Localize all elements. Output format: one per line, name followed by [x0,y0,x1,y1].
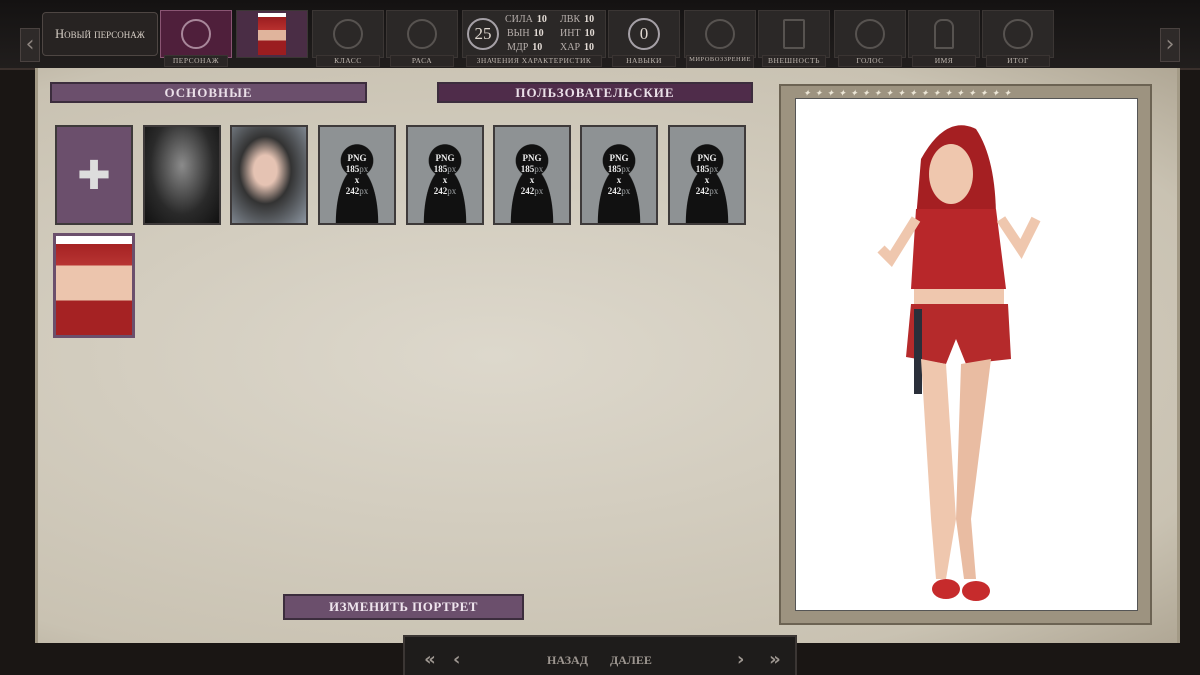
stat: ВЫН 10 [507,28,544,39]
times-label: x [529,175,535,185]
height-label: 242px [695,186,719,196]
times-label: x [442,175,448,185]
bottom-nav: « ‹ НАЗАД ДАЛЕЕ › » [403,635,797,675]
height-label: 242px [433,186,457,196]
width-label: 185px [433,164,457,174]
first-step-icon[interactable]: « [415,645,445,675]
tab-label: КЛАСС [316,55,380,67]
gender-icon [407,19,437,49]
prev-arrow-button[interactable]: ‹ [20,28,40,62]
mirror-icon [783,19,805,49]
tab-label: ЗНАЧЕНИЯ ХАРАКТЕРИСТИК [466,55,602,67]
next-arrow-button[interactable]: › [1160,28,1180,62]
change-portrait-button[interactable]: ИЗМЕНИТЬ ПОРТРЕТ [283,594,524,620]
stat: ЛВК 10 [560,14,595,25]
times-label: x [354,175,360,185]
format-label: PNG [435,153,455,163]
stat: ИНТ 10 [560,28,595,39]
tab-basic-portraits[interactable]: ОСНОВНЫЕ [50,82,367,103]
empty-portrait-slot[interactable]: PNG 185px x 242px [493,125,571,225]
height-label: 242px [345,186,369,196]
last-step-icon[interactable]: » [760,645,790,675]
tab-voice[interactable] [834,10,906,58]
person-icon [934,19,954,49]
tab-label: ИМЯ [912,55,976,67]
format-label: PNG [609,153,629,163]
tab-name[interactable] [908,10,980,58]
times-label: x [704,175,710,185]
width-label: 185px [520,164,544,174]
tab-race[interactable] [386,10,458,58]
tab-alignment[interactable] [684,10,756,58]
empty-portrait-slot[interactable]: PNG 185px x 242px [580,125,658,225]
add-portrait-button[interactable]: ✚ [55,125,133,225]
top-bar: ‹ Новый персонаж ПЕРСОНАЖ КЛАСС РАСА 25 … [0,0,1200,73]
tab-label: НАВЫКИ [612,55,676,67]
portrait-selected-custom[interactable] [53,233,135,338]
full-portrait [795,98,1138,611]
portrait-female[interactable] [230,125,308,225]
next-button[interactable]: ДАЛЕЕ [610,645,652,675]
portrait-thumb [258,13,286,55]
tab-character[interactable] [160,10,232,58]
tab-class[interactable] [312,10,384,58]
class-icon [333,19,363,49]
portrait-frame: ✦ ✦ ✦ ✦ ✦ ✦ ✦ ✦ ✦ ✦ ✦ ✦ ✦ ✦ ✦ ✦ ✦ ✦ [779,84,1152,625]
format-label: PNG [522,153,542,163]
portrait-male-dark[interactable] [143,125,221,225]
plus-icon: ✚ [77,152,111,198]
times-label: x [616,175,622,185]
tab-label: ВНЕШНОСТЬ [762,55,826,67]
next-arrow-icon[interactable]: › [737,645,757,675]
width-label: 185px [607,164,631,174]
back-arrow-icon[interactable]: ‹ [453,645,473,675]
empty-portrait-slot[interactable]: PNG 185px x 242px [668,125,746,225]
character-full-body-image [877,125,1041,601]
tab-label: ИТОГ [986,55,1050,67]
new-character-label: Новый персонаж [42,12,158,56]
tab-portrait[interactable] [236,10,308,58]
height-label: 242px [607,186,631,196]
format-label: PNG [697,153,717,163]
stat: ХАР 10 [560,42,595,53]
voice-icon [855,19,885,49]
tab-label: РАСА [390,55,454,67]
back-button[interactable]: НАЗАД [547,645,588,675]
tab-custom-portraits[interactable]: ПОЛЬЗОВАТЕЛЬСКИЕ [437,82,753,103]
character-icon [181,19,211,49]
empty-portrait-slot[interactable]: PNG 185px x 242px [318,125,396,225]
width-label: 185px [695,164,719,174]
tab-appearance[interactable] [758,10,830,58]
width-label: 185px [345,164,369,174]
empty-portrait-slot[interactable]: PNG 185px x 242px [406,125,484,225]
height-label: 242px [520,186,544,196]
ankh-icon [1003,19,1033,49]
tab-label: ГОЛОС [838,55,902,67]
format-label: PNG [347,153,367,163]
yin-yang-icon [705,19,735,49]
ability-points: 25 [467,18,499,50]
tab-label: ПЕРСОНАЖ [164,55,228,67]
skill-points: 0 [628,18,660,50]
stat: МДР 10 [507,42,543,53]
stat: СИЛА 10 [505,14,547,25]
tab-summary[interactable] [982,10,1054,58]
